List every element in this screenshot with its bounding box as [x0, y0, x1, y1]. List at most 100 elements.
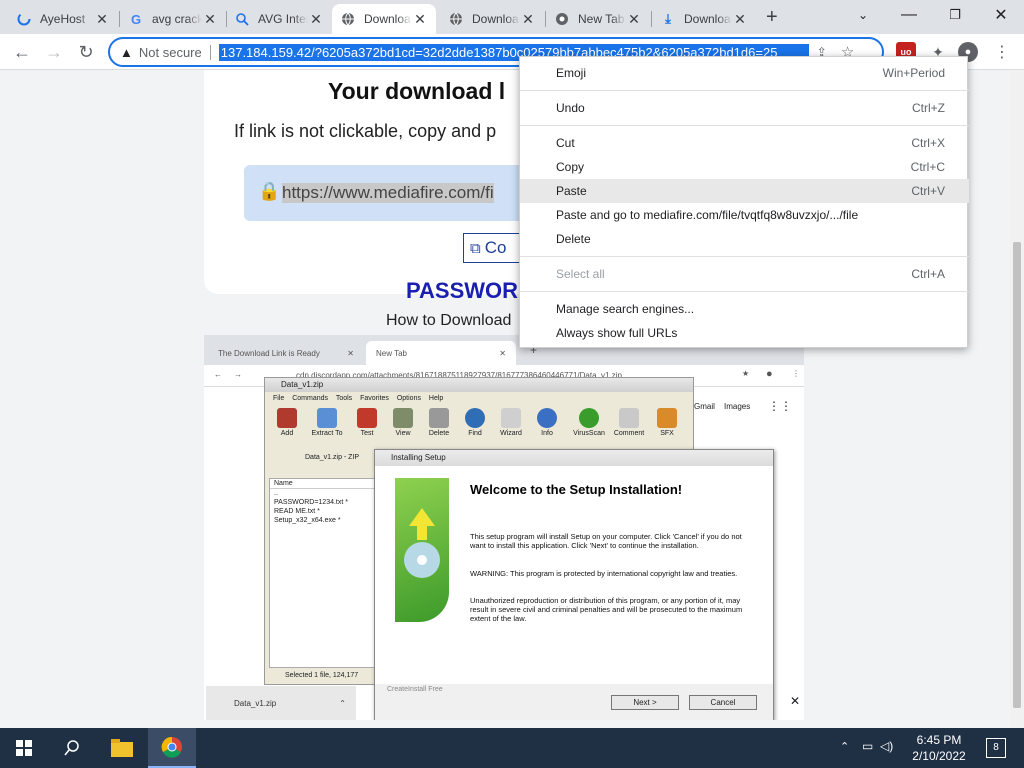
- scrollbar-thumb[interactable]: [1013, 242, 1021, 708]
- file-explorer-icon[interactable]: [98, 728, 146, 768]
- globe-icon: [448, 11, 464, 27]
- menu-label: Paste and go to mediafire.com/file/tvqtf…: [556, 208, 859, 222]
- forward-arrow-icon: →: [234, 370, 242, 379]
- security-label[interactable]: Not secure: [139, 44, 211, 60]
- page-scrollbar[interactable]: [1010, 70, 1024, 728]
- menu-label: Emoji: [556, 66, 587, 80]
- menu-item-always-show-full-urls[interactable]: Always show full URLs: [520, 321, 969, 345]
- close-icon[interactable]: ✕: [626, 11, 642, 28]
- window-close-button[interactable]: ✕: [978, 0, 1024, 30]
- reload-icon[interactable]: ↻: [72, 40, 100, 64]
- close-icon[interactable]: ✕: [202, 11, 218, 28]
- tab-new-tab[interactable]: New Tab ✕: [546, 4, 650, 34]
- winrar-path: Data_v1.zip - ZIP: [305, 454, 360, 461]
- menu-item-undo[interactable]: Undo Ctrl+Z: [520, 96, 969, 120]
- tool-label: Info: [541, 430, 553, 437]
- tab-avg-internet[interactable]: AVG Internet ✕: [226, 4, 332, 34]
- close-icon[interactable]: ✕: [520, 11, 536, 28]
- minimize-button[interactable]: —: [886, 0, 932, 30]
- close-icon[interactable]: ✕: [94, 11, 110, 28]
- close-icon[interactable]: ✕: [412, 11, 428, 28]
- tool-label: SFX: [660, 430, 674, 437]
- close-icon: ✕: [499, 348, 506, 358]
- tab-title: New Tab: [578, 12, 625, 26]
- notifications-badge[interactable]: 8: [986, 738, 1006, 758]
- file-row: Setup_x32_x64.exe *: [274, 517, 341, 524]
- tool-label: Delete: [428, 430, 450, 437]
- menu-item-delete[interactable]: Delete: [520, 227, 969, 251]
- wand-icon: [501, 408, 521, 428]
- clock-time: 6:45 PM: [916, 733, 962, 747]
- menu-item-copy[interactable]: Copy Ctrl+C: [520, 155, 969, 179]
- close-icon[interactable]: ✕: [732, 11, 748, 28]
- tab-title: Download: [472, 12, 520, 26]
- apps-grid-icon: ⋮⋮: [768, 399, 792, 413]
- tray-chevron-icon[interactable]: ⌃: [840, 740, 849, 753]
- menu-shortcut: Ctrl+Z: [912, 101, 945, 115]
- setup-title: Installing Setup: [375, 450, 773, 466]
- menu-item-select-all[interactable]: Select all Ctrl+A: [520, 262, 969, 286]
- menu-item-manage-search-engines[interactable]: Manage search engines...: [520, 297, 969, 321]
- tab-download[interactable]: Download ✕: [440, 4, 544, 34]
- tab-download-active[interactable]: Download ✕: [332, 4, 436, 34]
- menu-label: Undo: [556, 101, 585, 115]
- system-clock[interactable]: 6:45 PM 2/10/2022: [906, 732, 972, 764]
- menu-item-paste[interactable]: Paste Ctrl+V: [520, 179, 969, 203]
- windows-start-icon[interactable]: [0, 728, 48, 768]
- inner-tab: The Download Link is Ready ✕: [208, 341, 364, 365]
- tool-label: View: [395, 430, 411, 437]
- howto-heading: How to Download: [386, 312, 512, 329]
- back-arrow-icon[interactable]: ←: [8, 40, 36, 64]
- comment-icon: [619, 408, 639, 428]
- setup-warning-text: WARNING: This program is protected by in…: [470, 569, 738, 578]
- menu-shortcut: Ctrl+A: [911, 267, 945, 281]
- setup-intro-text: This setup program will install Setup on…: [470, 532, 742, 550]
- copy-icon: ⧉: [470, 239, 481, 257]
- close-icon[interactable]: ✕: [308, 11, 324, 28]
- inner-tab-active: New Tab ✕: [366, 341, 516, 365]
- tab-download-2[interactable]: ⤓ Download ✕: [652, 4, 756, 34]
- winrar-tool-info: Info: [529, 408, 565, 437]
- menu-item-emoji[interactable]: Emoji Win+Period: [520, 61, 969, 85]
- download-link[interactable]: https://www.mediafire.com/fi: [282, 183, 494, 203]
- menu-divider: [520, 291, 969, 292]
- tool-label: Find: [468, 430, 482, 437]
- tab-ayehost[interactable]: AyeHost ✕: [8, 4, 118, 34]
- new-tab-plus-icon[interactable]: +: [766, 6, 778, 29]
- menu-shortcut: Ctrl+X: [911, 136, 945, 150]
- password-heading: PASSWOR: [406, 278, 519, 303]
- forward-arrow-icon[interactable]: →: [40, 40, 68, 64]
- menu-divider: [520, 256, 969, 257]
- chrome-taskbar-icon[interactable]: [148, 728, 196, 768]
- page-heading: Your download l: [328, 78, 506, 104]
- menu-item-cut[interactable]: Cut Ctrl+X: [520, 131, 969, 155]
- menu-label: Cut: [556, 136, 575, 150]
- winrar-file-list: Name .. PASSWORD=1234.txt * READ ME.txt …: [269, 478, 379, 668]
- warning-triangle-icon[interactable]: ▲: [120, 45, 133, 60]
- back-arrow-icon: ←: [214, 370, 222, 379]
- tab-avg-crack[interactable]: G avg crack ✕: [120, 4, 226, 34]
- restore-button[interactable]: ❐: [932, 0, 978, 30]
- winrar-tool-comment: Comment: [611, 408, 647, 437]
- book-icon: [393, 408, 413, 428]
- file-row: READ ME.txt *: [274, 508, 320, 515]
- menu-divider: [520, 125, 969, 126]
- menu-dots-icon[interactable]: ⋮: [992, 42, 1012, 62]
- tab-search-chevron-icon[interactable]: ⌄: [840, 0, 886, 30]
- menu-item-paste-and-go[interactable]: Paste and go to mediafire.com/file/tvqtf…: [520, 203, 969, 227]
- context-menu: Emoji Win+Period Undo Ctrl+Z Cut Ctrl+X Cop…: [519, 56, 969, 348]
- add-icon: [277, 408, 297, 428]
- download-link-box[interactable]: 🔒 https://www.mediafire.com/fi: [244, 165, 544, 221]
- winrar-title: Data_v1.zip: [265, 378, 693, 392]
- volume-icon[interactable]: ◁): [880, 739, 893, 753]
- menu-label: Manage search engines...: [556, 302, 695, 316]
- tool-label: Test: [360, 430, 374, 437]
- setup-dialog: Installing Setup Welcome to the Setup In…: [374, 449, 774, 720]
- search-icon[interactable]: [48, 728, 96, 768]
- images-link: Images: [724, 402, 751, 411]
- test-icon: [357, 408, 377, 428]
- network-icon[interactable]: ▭: [862, 739, 873, 753]
- winrar-tool-add: Add: [269, 408, 305, 437]
- winrar-status: Selected 1 file, 124,177: [285, 672, 359, 679]
- winrar-tool-view: View: [385, 408, 421, 437]
